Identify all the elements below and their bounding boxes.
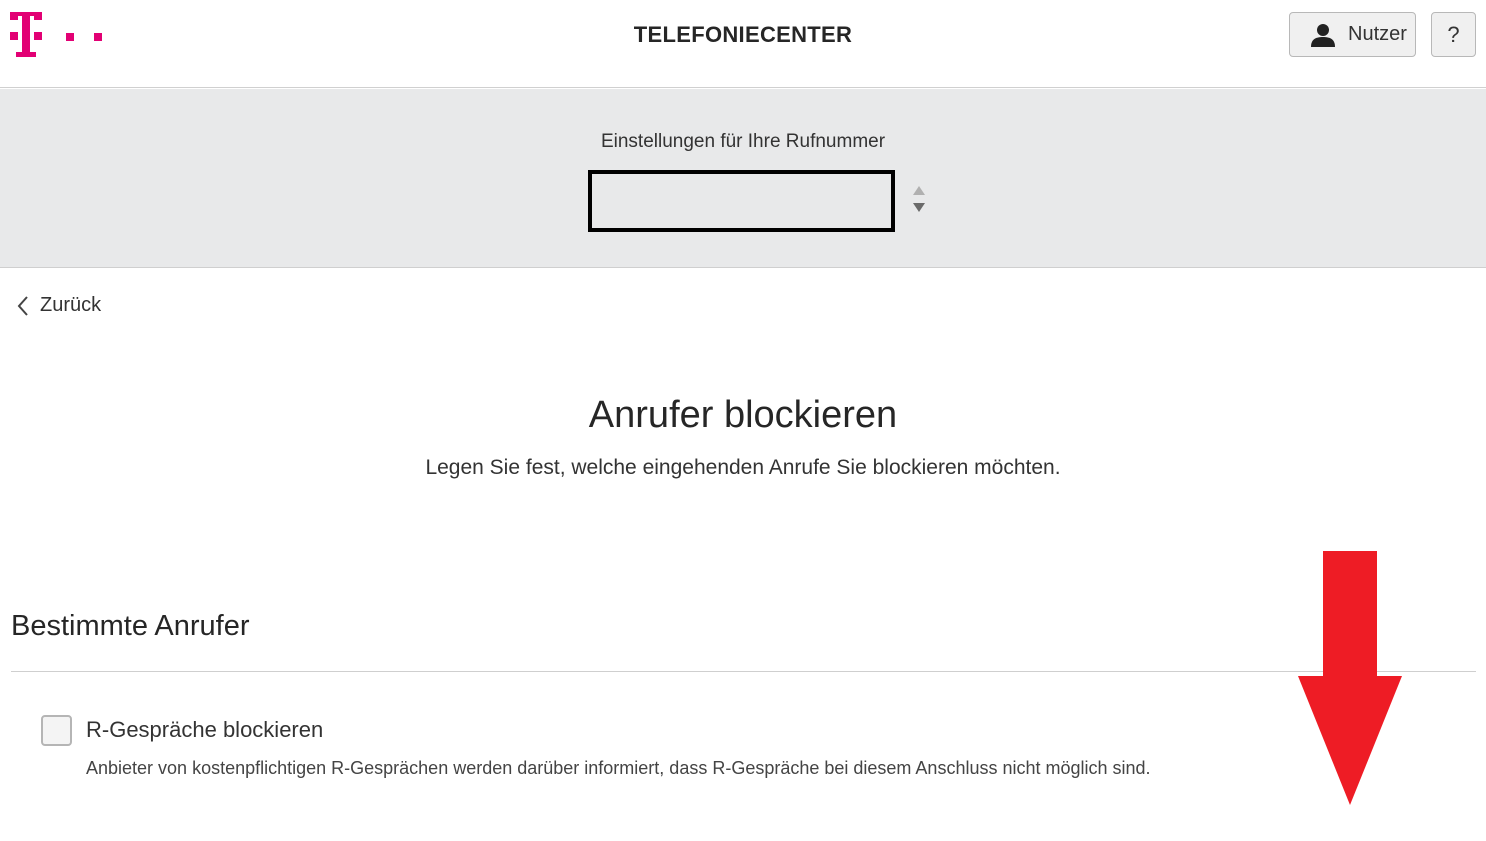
user-button-label: Nutzer — [1348, 23, 1407, 45]
block-collect-calls-description: Anbieter von kostenpflichtigen R-Gespräc… — [86, 758, 1151, 778]
section-title: Bestimmte Anrufer — [11, 610, 250, 642]
back-link-label: Zurück — [40, 294, 102, 316]
number-selection-panel: Einstellungen für Ihre Rufnummer — [0, 89, 1486, 268]
chevron-left-icon — [17, 295, 28, 316]
user-icon — [1311, 23, 1335, 47]
page-subtitle: Legen Sie fest, welche eingehenden Anruf… — [425, 456, 1061, 479]
top-header: TELEFONIECENTER Nutzer ? — [0, 0, 1486, 88]
help-button[interactable]: ? — [1431, 12, 1476, 57]
back-link[interactable]: Zurück — [16, 294, 101, 317]
page-title: Anrufer blockieren — [588, 394, 898, 436]
app-title: TELEFONIECENTER — [633, 22, 853, 47]
number-selection-label: Einstellungen für Ihre Rufnummer — [600, 131, 886, 152]
user-button[interactable]: Nutzer — [1289, 12, 1416, 57]
red-down-arrow-icon — [1298, 551, 1402, 805]
block-collect-calls-label[interactable]: R-Gespräche blockieren — [86, 717, 323, 743]
section-divider — [11, 671, 1476, 672]
block-collect-calls-checkbox[interactable] — [41, 715, 72, 746]
phone-number-select[interactable] — [588, 170, 895, 232]
select-up-down-icon[interactable] — [911, 184, 927, 214]
